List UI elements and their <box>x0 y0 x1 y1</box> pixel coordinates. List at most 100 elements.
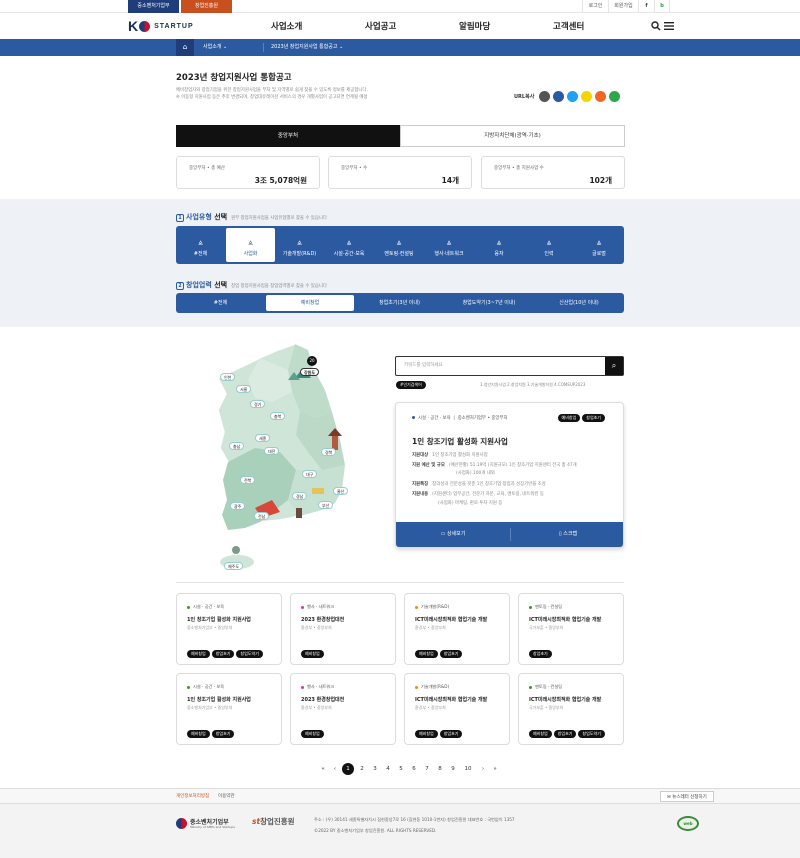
pager-page-3[interactable]: 3 <box>370 763 380 775</box>
type-mentoring[interactable]: ⩓ 멘토링·컨설팅 <box>374 226 424 264</box>
featured-program-card[interactable]: 시설 · 공간 · 보육 | 중소벤처기업부 • 중앙부처 예비창업 창업초기 1… <box>395 402 624 548</box>
program-card[interactable]: 멘토링 · 컨설팅 ICT미래시장최적화 협업기술 개발 국가보훈 • 중앙부처 … <box>518 673 624 745</box>
url-copy-label: URL복사 <box>514 94 535 100</box>
breadcrumb-level2[interactable]: 2023년 창업지원사업 통합공고 ⌄ <box>271 39 343 56</box>
program-card[interactable]: 멘토링 · 컨설팅 ICT미래시장최적화 협업기술 개발 국가보훈 • 중앙부처 … <box>518 593 624 665</box>
join-link[interactable]: 회원가입 <box>608 0 638 13</box>
twitter-share-icon[interactable] <box>567 91 578 102</box>
program-card[interactable]: 시설 · 공간 · 보육 1인 창조기업 활성화 지원사업 중소벤처기업부 • 중… <box>176 593 282 665</box>
footer: 중소벤처기업부 Ministry of SMEs and Startups st… <box>0 804 800 858</box>
region-chungnam[interactable]: 충남 <box>229 442 245 450</box>
web-accessibility-badge: web <box>677 816 699 831</box>
kised-link[interactable]: 창업진흥원 <box>181 0 232 13</box>
footer-org2: st창업진흥원 <box>252 817 295 826</box>
facebook-icon[interactable]: f <box>638 0 654 13</box>
type-event[interactable]: ⩓ 행사·네트워크 <box>424 226 474 264</box>
blog-icon[interactable]: b <box>654 0 670 13</box>
section-age-title: 2 창업업력 선택 창업 창업지원사업을 창업업력별로 찾을 수 있습니다 <box>176 280 327 290</box>
facebook-share-icon[interactable] <box>553 91 564 102</box>
nav-board[interactable]: 알림마당 <box>459 20 490 32</box>
nav-about[interactable]: 사업소개 <box>271 20 302 32</box>
scrap-button[interactable]: ▯ 스크랩 <box>511 522 623 547</box>
search-input[interactable]: 키워드를 입력하세요 <box>404 357 443 375</box>
pager-prev[interactable]: ‹ <box>330 763 340 775</box>
search-button[interactable]: ⌕ <box>605 357 623 375</box>
region-daegu[interactable]: 대구 <box>302 470 318 478</box>
tab-central[interactable]: 중앙부처 <box>176 125 400 147</box>
footer-org1-sub: Ministry of SMEs and Startups <box>190 825 235 829</box>
region-gyeonggi[interactable]: 경기 <box>250 400 266 408</box>
pager-page-10[interactable]: 10 <box>462 763 474 775</box>
age-new[interactable]: 신산업(10년 이내) <box>534 293 624 313</box>
pager-page-9[interactable]: 9 <box>448 763 458 775</box>
login-link[interactable]: 로그인 <box>582 0 608 13</box>
newsletter-button[interactable]: ✉ 뉴스레터 신청하기 <box>660 791 714 802</box>
program-card[interactable]: 시설 · 공간 · 보육 1인 창조기업 활성화 지원사업 중소벤처기업부 • 중… <box>176 673 282 745</box>
pager-page-5[interactable]: 5 <box>396 763 406 775</box>
region-busan[interactable]: 부산 <box>318 501 334 509</box>
type-commercialization[interactable]: ⩓ 사업화 <box>226 228 275 262</box>
region-sejong[interactable]: 세종 <box>255 434 271 442</box>
pager-page-6[interactable]: 6 <box>409 763 419 775</box>
privacy-link[interactable]: 개인정보처리방침 <box>176 789 209 805</box>
stat-ministries: 중앙부처 • 수 14개 <box>328 156 472 189</box>
nav-notice[interactable]: 사업공고 <box>365 20 396 32</box>
popular-terms[interactable]: 1.청년지원사업 2.창업지원 3.기술개발지원 4.COMEUP2023 <box>480 381 585 389</box>
pager-last[interactable]: » <box>490 763 500 775</box>
region-gwangju[interactable]: 광주 <box>230 502 246 510</box>
pager-first[interactable]: « <box>318 763 328 775</box>
program-card[interactable]: 행사 · 네트워크 2023 환경창업대전 환경부 • 중앙부처 예비창업 <box>290 593 396 665</box>
type-hr[interactable]: ⩓ 인력 <box>524 226 574 264</box>
program-card[interactable]: 기술개발(R&D) ICT미래시장최적화 협업기술 개발 환경부 • 중앙부처 예… <box>404 593 510 665</box>
tab-local[interactable]: 지방자치단체(광역·기초) <box>400 125 625 147</box>
terms-link[interactable]: 이용약관 <box>218 789 235 805</box>
pager-page-4[interactable]: 4 <box>383 763 393 775</box>
region-gyeongbuk[interactable]: 경북 <box>321 448 337 456</box>
keyword-search[interactable]: 키워드를 입력하세요 ⌕ <box>395 356 624 376</box>
mss-link[interactable]: 중소벤처기업부 <box>128 0 179 13</box>
region-gyeongnam[interactable]: 경남 <box>292 492 308 500</box>
link-copy-icon[interactable] <box>539 91 550 102</box>
band-share-icon[interactable] <box>609 91 620 102</box>
age-leap[interactable]: 창업도약기(3~7년 이내) <box>444 293 534 313</box>
region-jeonbuk[interactable]: 전북 <box>240 476 256 484</box>
mss-logo-icon <box>176 818 187 829</box>
type-global[interactable]: ⩓ 글로벌 <box>574 226 624 264</box>
age-early[interactable]: 창업초기(3년 이내) <box>355 293 444 313</box>
map-pin-selected[interactable]: 20 <box>307 356 317 366</box>
search-icon[interactable] <box>651 21 661 31</box>
type-rnd[interactable]: ⩓ 기술개발(R&D) <box>275 226 324 264</box>
program-card[interactable]: 기술개발(R&D) ICT미래시장최적화 협업기술 개발 환경부 • 중앙부처 예… <box>404 673 510 745</box>
type-loan[interactable]: ⩓ 융자 <box>474 226 524 264</box>
menu-icon[interactable] <box>664 21 674 31</box>
region-seoul[interactable]: 서울 <box>236 385 252 393</box>
kakao-share-icon[interactable] <box>581 91 592 102</box>
site-logo[interactable]: K STARTUP <box>128 18 194 34</box>
region-daejeon[interactable]: 대전 <box>264 447 280 455</box>
pager-page-7[interactable]: 7 <box>422 763 432 775</box>
region-chungbuk[interactable]: 충북 <box>270 412 286 420</box>
breadcrumb-level1[interactable]: 사업소개 ⌄ <box>203 39 227 56</box>
pager-page-8[interactable]: 8 <box>435 763 445 775</box>
age-all[interactable]: #전체 <box>176 293 265 313</box>
program-card[interactable]: 행사 · 네트워크 2023 환경창업대전 환경부 • 중앙부처 예비창업 <box>290 673 396 745</box>
pager-page-1[interactable]: 1 <box>342 763 354 775</box>
stat-budget: 중앙부처 • 총 예산 3조 5,078억원 <box>176 156 320 189</box>
region-jeonnam[interactable]: 전남 <box>254 512 270 520</box>
popular-label: #인기검색어 <box>396 381 426 389</box>
region-ulsan[interactable]: 울산 <box>333 487 349 495</box>
pager-page-2[interactable]: 2 <box>357 763 367 775</box>
region-gangwon[interactable]: 강원도 <box>300 368 320 376</box>
rss-icon[interactable] <box>595 91 606 102</box>
type-facility[interactable]: ⩓ 시설·공간·보육 <box>324 226 374 264</box>
home-icon[interactable]: ⌂ <box>176 39 194 56</box>
breadcrumb: ⌂ 사업소개 ⌄ 2023년 창업지원사업 통합공고 ⌄ <box>0 39 800 56</box>
region-jeju[interactable]: 제주도 <box>224 562 244 570</box>
detail-button[interactable]: ▭ 상세보기 <box>396 522 510 547</box>
region-incheon[interactable]: 인천 <box>220 373 236 381</box>
type-all[interactable]: ⩓ #전체 <box>176 226 225 264</box>
pager-next[interactable]: › <box>478 763 488 775</box>
utility-bar: 중소벤처기업부 창업진흥원 로그인 회원가입 f b <box>0 0 800 13</box>
nav-support[interactable]: 고객센터 <box>553 20 584 32</box>
age-pre[interactable]: 예비창업 <box>266 295 354 311</box>
